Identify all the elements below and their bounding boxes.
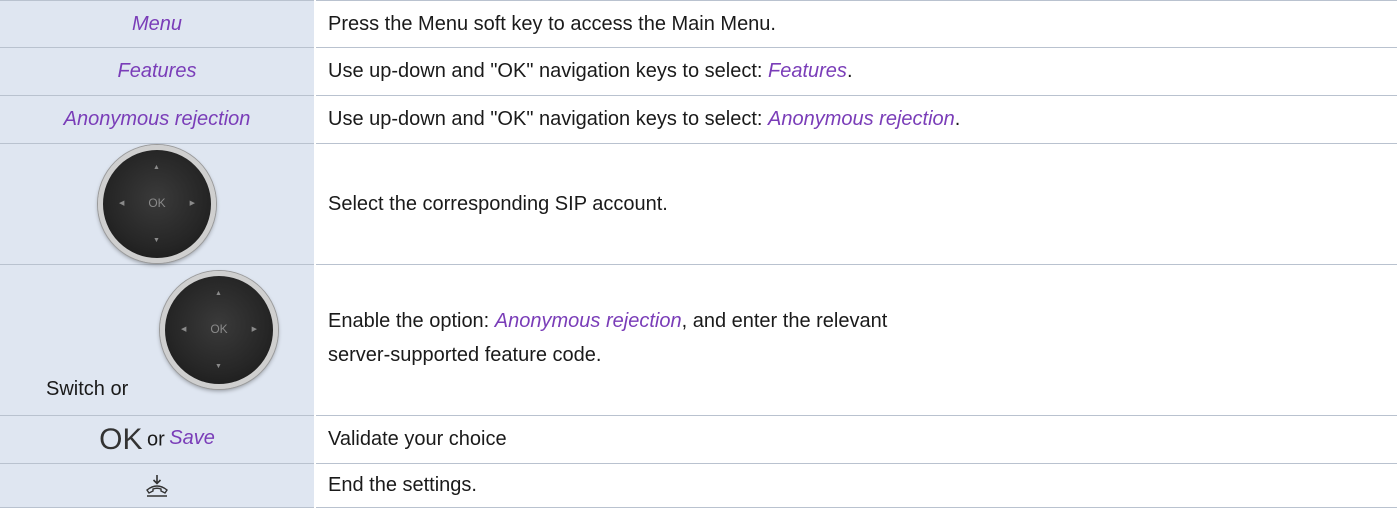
navigation-pad-icon: ▲ ▼ ◀ ▶ OK [160, 271, 278, 389]
menu-key-label: Menu [131, 12, 183, 35]
navigation-pad-icon: ▲ ▼ ◀ ▶ OK [98, 145, 216, 263]
step-key-cell: Anonymous rejection [0, 95, 316, 144]
step-key-cell: ▲ ▼ ◀ ▶ OK [0, 143, 316, 265]
description-emphasis: Anonymous rejection [768, 108, 955, 130]
features-key-label: Features [117, 60, 197, 82]
switch-or-label: Switch or [46, 378, 129, 400]
description-text: Use up-down and "OK" navigation keys to … [328, 108, 768, 130]
table-row: ▲ ▼ ◀ ▶ OK Select the corresponding SIP … [0, 143, 1397, 265]
step-description: Use up-down and "OK" navigation keys to … [315, 95, 1397, 144]
ok-key-label: OK [99, 422, 143, 456]
description-text: Enable the option: [328, 310, 495, 332]
instruction-table: Menu Press the Menu soft key to access t… [0, 0, 1397, 508]
save-key-label: Save [169, 426, 215, 449]
table-row: OK or Save Validate your choice [0, 415, 1397, 464]
step-description: End the settings. [315, 463, 1397, 508]
step-description: Press the Menu soft key to access the Ma… [315, 0, 1397, 48]
table-row: ▲ ▼ ◀ ▶ OK Switch or Enable the option: … [0, 264, 1397, 416]
description-suffix: . [846, 60, 853, 82]
anonymous-rejection-key-label: Anonymous rejection [63, 108, 251, 130]
description-emphasis: Anonymous rejection [494, 310, 682, 332]
step-key-cell: ▲ ▼ ◀ ▶ OK Switch or [0, 264, 316, 416]
description-text: Use up-down and "OK" navigation keys to … [328, 60, 768, 82]
description-suffix: . [954, 108, 961, 130]
table-row: End the settings. [0, 463, 1397, 508]
navigation-pad-ok-label: OK [210, 322, 228, 336]
step-key-cell: OK or Save [0, 415, 316, 464]
table-row: Anonymous rejection Use up-down and "OK"… [0, 95, 1397, 144]
navigation-pad-ok-label: OK [148, 196, 166, 210]
description-text: server-supported feature code. [328, 344, 602, 366]
step-description: Validate your choice [315, 415, 1397, 464]
switch-or-pad: ▲ ▼ ◀ ▶ OK Switch or [0, 265, 314, 415]
table-row: Features Use up-down and "OK" navigation… [0, 47, 1397, 96]
step-key-cell: Menu [0, 0, 316, 48]
step-description: Enable the option: Anonymous rejection, … [315, 264, 1397, 416]
or-text: or [146, 428, 165, 450]
description-emphasis: Features [768, 60, 847, 82]
description-text: , and enter the relevant [681, 310, 888, 332]
step-description: Use up-down and "OK" navigation keys to … [315, 47, 1397, 96]
step-key-cell: Features [0, 47, 316, 96]
table-row: Menu Press the Menu soft key to access t… [0, 0, 1397, 48]
step-key-cell [0, 463, 316, 508]
step-description: Select the corresponding SIP account. [315, 143, 1397, 265]
hang-up-icon [146, 474, 168, 497]
